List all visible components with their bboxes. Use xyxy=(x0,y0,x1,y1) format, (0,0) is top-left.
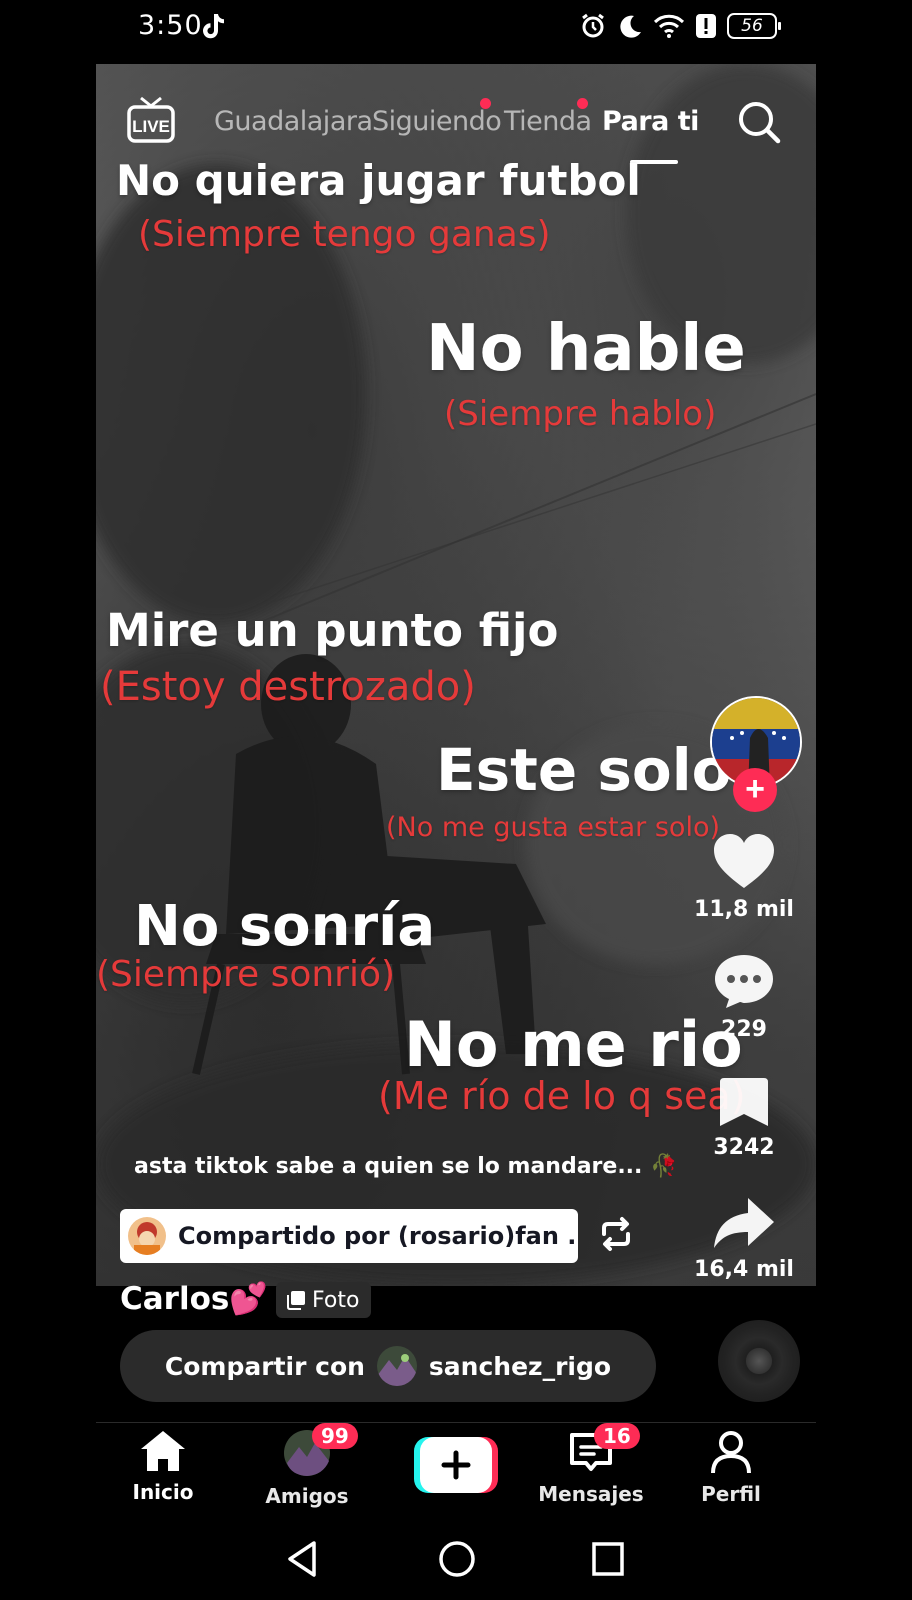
nav-friends[interactable]: 99 Amigos xyxy=(252,1423,362,1508)
tienda-notification-dot xyxy=(577,98,588,109)
video-caption: asta tiktok sabe a quien se lo mandare..… xyxy=(134,1154,678,1179)
overlay-line-5-sub: (Siempre sonrió) xyxy=(96,954,396,995)
overlay-line-3-sub: (Estoy destrozado) xyxy=(100,664,476,710)
profile-icon xyxy=(711,1431,751,1474)
nav-profile[interactable]: Perfil xyxy=(676,1429,786,1506)
tab-siguiendo[interactable]: Siguiendo xyxy=(372,106,502,137)
nav-home[interactable]: Inicio xyxy=(108,1429,218,1504)
nav-messages[interactable]: 16 Mensajes xyxy=(536,1423,646,1506)
overlay-line-3: Mire un punto fijo xyxy=(106,604,559,657)
overlay-line-5: No sonría xyxy=(134,894,436,959)
status-icons: 56 xyxy=(579,12,781,40)
shared-by-text: Compartido por (rosario)fan ... xyxy=(178,1222,578,1250)
share-with-button[interactable]: Compartir con sanchez_rigo xyxy=(120,1330,656,1402)
overlay-line-1: No quiera jugar futbol xyxy=(116,156,641,205)
sharer-avatar xyxy=(128,1217,166,1255)
tab-tienda[interactable]: Tienda xyxy=(504,106,592,137)
overlay-line-4-sub: (No me gusta estar solo) xyxy=(386,812,720,843)
share-count: 16,4 mil xyxy=(694,1257,794,1282)
back-icon[interactable] xyxy=(284,1539,320,1579)
photo-stack-icon xyxy=(287,1291,305,1310)
status-time: 3:50 xyxy=(138,10,203,41)
heart-icon xyxy=(714,834,774,888)
battery-icon: 56 xyxy=(727,13,781,39)
comment-button[interactable]: 229 xyxy=(694,952,794,1042)
repost-icon[interactable] xyxy=(596,1214,636,1254)
comment-count: 229 xyxy=(721,1017,767,1042)
overlay-line-4: Este solo xyxy=(436,736,732,804)
overlay-line-6-sub: (Me río de lo q sea) xyxy=(378,1074,746,1118)
overlay-line-6: No me rio xyxy=(404,1008,743,1081)
share-target-username: sanchez_rigo xyxy=(428,1351,612,1381)
tiktok-icon xyxy=(203,14,224,39)
wifi-icon xyxy=(653,14,685,38)
author-name[interactable]: Carlos💕 xyxy=(120,1280,268,1317)
photo-badge: Foto xyxy=(276,1282,372,1318)
home-icon xyxy=(141,1431,185,1471)
nav-home-label: Inicio xyxy=(132,1480,194,1504)
create-plus-button[interactable] xyxy=(414,1437,498,1493)
battery-level: 56 xyxy=(741,16,763,36)
shared-by-pill[interactable]: Compartido por (rosario)fan ... xyxy=(120,1209,578,1263)
share-arrow-icon xyxy=(714,1198,774,1248)
bookmark-icon xyxy=(720,1078,768,1126)
share-target-avatar xyxy=(376,1346,417,1386)
bottom-nav: Inicio 99 Amigos 16 Mensajes Perfil xyxy=(96,1422,816,1520)
siguiendo-notification-dot xyxy=(480,98,491,109)
alert-icon xyxy=(696,14,716,38)
status-bar: 3:50 56 xyxy=(0,0,912,58)
tab-para-ti[interactable]: Para ti xyxy=(602,106,699,137)
messages-badge: 16 xyxy=(594,1423,640,1449)
nav-messages-label: Mensajes xyxy=(538,1482,644,1506)
moon-icon xyxy=(620,15,641,38)
share-button[interactable]: 16,4 mil xyxy=(694,1196,794,1282)
save-count: 3242 xyxy=(713,1135,775,1160)
like-button[interactable]: 11,8 mil xyxy=(694,832,794,922)
photo-badge-label: Foto xyxy=(312,1287,360,1313)
home-circle-icon[interactable] xyxy=(437,1539,477,1579)
comment-icon xyxy=(715,955,773,1008)
nav-friends-label: Amigos xyxy=(265,1484,349,1508)
recents-icon[interactable] xyxy=(590,1539,626,1579)
music-disc[interactable] xyxy=(718,1320,800,1402)
follow-button[interactable]: + xyxy=(733,768,777,812)
overlay-line-2: No hable xyxy=(426,312,746,386)
overlay-line-1-sub: (Siempre tengo ganas) xyxy=(138,214,551,255)
system-nav-bar xyxy=(0,1525,912,1600)
save-button[interactable]: 3242 xyxy=(694,1076,794,1160)
like-count: 11,8 mil xyxy=(694,897,794,922)
friends-badge: 99 xyxy=(312,1423,358,1449)
search-icon[interactable] xyxy=(736,99,782,145)
share-with-label: Compartir con xyxy=(164,1351,365,1381)
live-label: LIVE xyxy=(132,117,170,136)
overlay-line-2-sub: (Siempre hablo) xyxy=(444,394,717,434)
tab-guadalajara[interactable]: Guadalajara xyxy=(214,106,373,137)
nav-profile-label: Perfil xyxy=(701,1482,761,1506)
live-icon[interactable]: LIVE xyxy=(126,96,176,146)
alarm-icon xyxy=(582,13,604,38)
video-player[interactable]: LIVE Guadalajara Siguiendo Tienda Para t… xyxy=(96,64,816,1286)
